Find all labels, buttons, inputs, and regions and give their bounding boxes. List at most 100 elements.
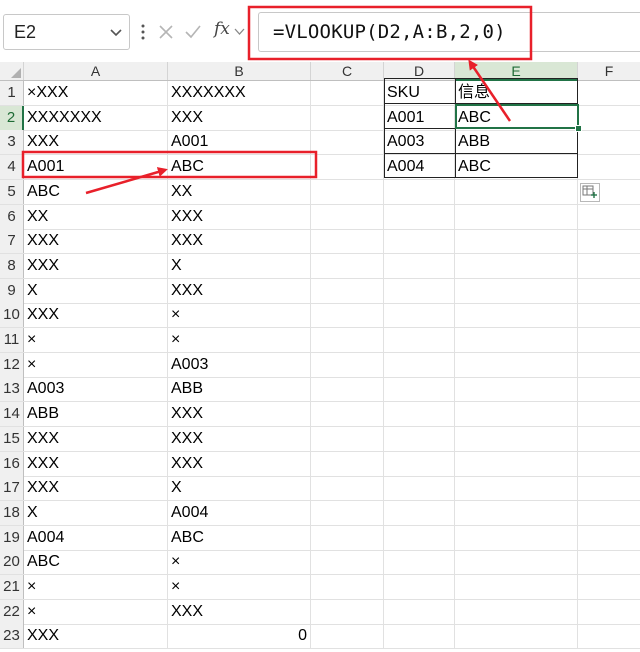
cell-e[interactable] [455, 253, 578, 278]
cell-c[interactable] [311, 155, 384, 180]
cell-d[interactable]: A003 [384, 130, 455, 155]
confirm-check-icon[interactable] [184, 24, 202, 40]
cell-e[interactable] [455, 179, 578, 204]
row-header[interactable]: 15 [0, 426, 24, 451]
cell-a[interactable]: XXX [24, 130, 168, 155]
row-header[interactable]: 3 [0, 130, 24, 155]
cell-b[interactable]: XX [168, 179, 311, 204]
cell-f[interactable] [578, 328, 640, 352]
row-header[interactable]: 18 [0, 500, 24, 525]
cell-d[interactable] [384, 179, 455, 204]
cell-d[interactable] [384, 476, 455, 501]
cell-e[interactable] [455, 550, 578, 575]
cell-b[interactable]: XXX [168, 278, 311, 303]
cell-c[interactable] [311, 426, 384, 451]
cell-f[interactable] [578, 526, 640, 550]
row-header[interactable]: 7 [0, 229, 24, 254]
column-header-f[interactable]: F [578, 62, 640, 80]
cell-d[interactable] [384, 253, 455, 278]
cell-c[interactable] [311, 352, 384, 377]
cell-d[interactable] [384, 451, 455, 476]
row-header[interactable]: 9 [0, 278, 24, 303]
cell-f[interactable] [578, 427, 640, 451]
cell-b[interactable]: XXX [168, 426, 311, 451]
cell-e[interactable] [455, 624, 578, 649]
cell-b[interactable]: XXX [168, 402, 311, 427]
column-header-a[interactable]: A [24, 62, 168, 80]
cell-b[interactable]: A003 [168, 352, 311, 377]
cell-b[interactable]: ABC [168, 525, 311, 550]
cell-c[interactable] [311, 377, 384, 402]
cell-a[interactable]: × [24, 599, 168, 624]
cell-b[interactable]: ABC [168, 155, 311, 180]
fill-handle[interactable] [575, 125, 582, 132]
cell-d[interactable] [384, 599, 455, 624]
cell-a[interactable]: XXX [24, 451, 168, 476]
row-header[interactable]: 14 [0, 402, 24, 427]
row-header[interactable]: 12 [0, 352, 24, 377]
cell-f[interactable] [578, 600, 640, 624]
cancel-icon[interactable] [158, 24, 174, 40]
cell-d[interactable] [384, 204, 455, 229]
cell-f[interactable] [578, 550, 640, 574]
cell-e[interactable] [455, 451, 578, 476]
cell-b[interactable]: XXX [168, 204, 311, 229]
cell-c[interactable] [311, 179, 384, 204]
row-header[interactable]: 5 [0, 179, 24, 204]
row-header[interactable]: 10 [0, 303, 24, 328]
cell-a[interactable]: × [24, 328, 168, 352]
row-header[interactable]: 11 [0, 328, 24, 352]
cell-c[interactable] [311, 278, 384, 303]
cell-c[interactable] [311, 328, 384, 352]
cell-d[interactable] [384, 426, 455, 451]
cell-e[interactable] [455, 402, 578, 427]
cell-f[interactable] [578, 476, 640, 500]
cell-c[interactable] [311, 253, 384, 278]
chevron-down-icon[interactable] [109, 27, 123, 39]
cell-b[interactable]: XXX [168, 451, 311, 476]
cell-b[interactable]: × [168, 550, 311, 575]
cell-c[interactable] [311, 550, 384, 575]
cell-e[interactable] [455, 476, 578, 501]
cell-b[interactable]: X [168, 476, 311, 501]
cell-b[interactable]: × [168, 328, 311, 352]
cell-d[interactable] [384, 550, 455, 575]
cell-b[interactable]: ABB [168, 377, 311, 402]
cell-a[interactable]: XXX [24, 303, 168, 328]
cell-e[interactable] [455, 303, 578, 328]
cell-b[interactable]: XXX [168, 599, 311, 624]
cell-a[interactable]: A001 [24, 155, 168, 180]
cell-c[interactable] [311, 575, 384, 599]
column-header-e[interactable]: E [455, 62, 578, 81]
cell-c[interactable] [311, 105, 384, 130]
cell-c[interactable] [311, 402, 384, 427]
cell-f[interactable] [578, 303, 640, 327]
cell-c[interactable] [311, 624, 384, 649]
cell-a[interactable]: X [24, 278, 168, 303]
cell-f[interactable] [578, 353, 640, 377]
cell-b[interactable]: × [168, 303, 311, 328]
cell-d[interactable] [384, 402, 455, 427]
cell-d[interactable] [384, 377, 455, 402]
cell-a[interactable]: XXX [24, 253, 168, 278]
cell-a[interactable]: ABC [24, 550, 168, 575]
cell-f[interactable] [578, 624, 640, 648]
cell-d[interactable] [384, 303, 455, 328]
cell-b[interactable]: × [168, 575, 311, 599]
cell-c[interactable] [311, 204, 384, 229]
row-header[interactable]: 17 [0, 476, 24, 501]
cell-f[interactable] [578, 106, 640, 130]
cell-a[interactable]: × [24, 352, 168, 377]
formula-input[interactable]: =VLOOKUP(D2,A:B,2,0) [258, 12, 640, 52]
cell-f[interactable] [578, 254, 640, 278]
row-header[interactable]: 8 [0, 253, 24, 278]
column-header-c[interactable]: C [311, 62, 384, 80]
cell-a[interactable]: A003 [24, 377, 168, 402]
cell-d[interactable] [384, 575, 455, 599]
cell-f[interactable] [578, 205, 640, 229]
cell-f[interactable] [578, 575, 640, 599]
cell-b[interactable]: A004 [168, 500, 311, 525]
cell-f[interactable] [578, 377, 640, 401]
cell-a[interactable]: XXX [24, 426, 168, 451]
cell-e[interactable] [455, 278, 578, 303]
